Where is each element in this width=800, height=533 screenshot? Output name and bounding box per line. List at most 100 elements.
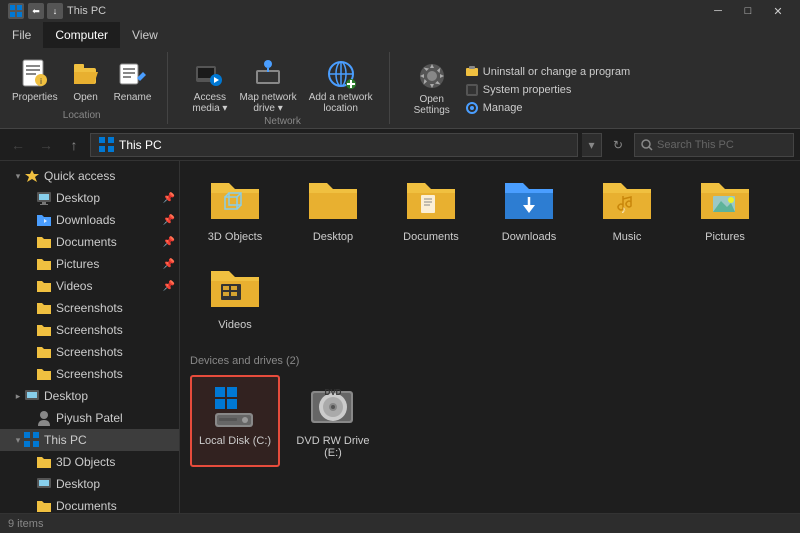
local-disk-label: Local Disk (C:): [199, 435, 271, 447]
access-media-button[interactable]: Accessmedia ▾: [188, 56, 231, 116]
qat-icon-2[interactable]: ↓: [47, 3, 63, 19]
ribbon-section-network: Accessmedia ▾ Map networkdrive ▾: [188, 52, 389, 124]
3d-objects-icon: [207, 179, 263, 227]
desktop-pin: 📌: [163, 193, 175, 204]
downloads-icon: [501, 179, 557, 227]
title-bar-quick-actions: ⬅ ↓: [28, 3, 63, 19]
folder-item-local-disk[interactable]: Local Disk (C:): [190, 375, 280, 467]
sidebar-item-screenshots4[interactable]: Screenshots: [0, 363, 179, 385]
sidebar-item-desktop[interactable]: Desktop 📌: [0, 187, 179, 209]
rename-button[interactable]: Rename: [110, 56, 156, 105]
sidebar-item-desktop2[interactable]: ▸ Desktop: [0, 385, 179, 407]
ribbon-section-location: i Properties Open: [8, 52, 168, 124]
title-bar-left: ⬅ ↓ This PC: [8, 3, 106, 19]
open-button[interactable]: Open: [66, 56, 106, 105]
quick-access-label: Quick access: [44, 169, 175, 183]
properties-button[interactable]: i Properties: [8, 56, 62, 105]
manage-button[interactable]: Manage: [462, 100, 633, 116]
refresh-button[interactable]: ↻: [606, 133, 630, 157]
tab-computer[interactable]: Computer: [43, 22, 120, 48]
piyush-icon: [36, 410, 52, 426]
folder-item-dvd[interactable]: DVD DVD RW Drive(E:): [288, 375, 378, 467]
search-icon: [641, 139, 653, 151]
screenshots2-icon: [36, 322, 52, 338]
sidebar-item-videos[interactable]: Videos 📌: [0, 275, 179, 297]
sidebar-item-screenshots3[interactable]: Screenshots: [0, 341, 179, 363]
sidebar-desktop-label: Desktop: [56, 191, 163, 205]
location-section-label: Location: [63, 110, 101, 124]
dvd-icon: DVD: [305, 383, 361, 431]
sidebar-item-documents2[interactable]: Documents: [0, 495, 179, 513]
tab-file[interactable]: File: [0, 22, 43, 48]
add-network-label: Add a networklocation: [309, 92, 373, 114]
address-dropdown-button[interactable]: ▾: [582, 133, 602, 157]
sidebar-screenshots2-label: Screenshots: [56, 323, 175, 337]
sidebar-item-screenshots1[interactable]: Screenshots: [0, 297, 179, 319]
sidebar-item-pictures[interactable]: Pictures 📌: [0, 253, 179, 275]
folder-item-pictures[interactable]: Pictures: [680, 171, 770, 251]
main-area: ▾ Quick access Desktop 📌 Downloads 📌: [0, 161, 800, 513]
sidebar-item-desktop3[interactable]: Desktop: [0, 473, 179, 495]
minimize-button[interactable]: ─: [704, 0, 732, 22]
uninstall-button[interactable]: Uninstall or change a program: [462, 64, 633, 80]
open-settings-button[interactable]: OpenSettings: [410, 58, 454, 118]
documents-folder-icon: [36, 234, 52, 250]
forward-button[interactable]: →: [34, 133, 58, 157]
settings-label: OpenSettings: [414, 94, 450, 116]
ribbon-tabs: File Computer View: [0, 22, 800, 48]
dvd-label: DVD RW Drive(E:): [296, 435, 369, 459]
downloads-pin: 📌: [163, 215, 175, 226]
sidebar-desktop3-label: Desktop: [56, 477, 175, 491]
folders-grid: 3D Objects Desktop: [190, 171, 790, 339]
sidebar-3d-objects-label: 3D Objects: [56, 455, 175, 469]
drives-grid: Local Disk (C:): [190, 375, 790, 467]
qat-icon-1[interactable]: ⬅: [28, 3, 44, 19]
address-path[interactable]: This PC: [90, 133, 578, 157]
svg-text:DVD: DVD: [325, 388, 342, 397]
folder-item-desktop[interactable]: Desktop: [288, 171, 378, 251]
folder-item-3d-objects[interactable]: 3D Objects: [190, 171, 280, 251]
close-button[interactable]: ✕: [764, 0, 792, 22]
desktop2-icon: [24, 388, 40, 404]
address-bar: ← → ↑ This PC ▾ ↻ Search This PC: [0, 129, 800, 161]
this-pc-icon: [99, 137, 115, 153]
back-button[interactable]: ←: [6, 133, 30, 157]
sidebar-item-3d-objects[interactable]: 3D Objects: [0, 451, 179, 473]
sidebar-screenshots3-label: Screenshots: [56, 345, 175, 359]
svg-text:♪: ♪: [621, 205, 626, 216]
up-button[interactable]: ↑: [62, 133, 86, 157]
maximize-button[interactable]: □: [734, 0, 762, 22]
ribbon-content: i Properties Open: [0, 48, 800, 128]
sidebar-item-piyush[interactable]: Piyush Patel: [0, 407, 179, 429]
search-box[interactable]: Search This PC: [634, 133, 794, 157]
sidebar-documents-label: Documents: [56, 235, 163, 249]
quick-access-icon: [24, 168, 40, 184]
folder-item-documents[interactable]: Documents: [386, 171, 476, 251]
sidebar-item-quick-access[interactable]: ▾ Quick access: [0, 165, 179, 187]
add-network-button[interactable]: Add a networklocation: [305, 56, 377, 116]
folder-item-music[interactable]: ♪ Music: [582, 171, 672, 251]
screenshots3-icon: [36, 344, 52, 360]
system-properties-button[interactable]: System properties: [462, 82, 633, 98]
pictures-label: Pictures: [705, 231, 745, 243]
folder-item-downloads[interactable]: Downloads: [484, 171, 574, 251]
this-pc-sidebar-icon: [24, 432, 40, 448]
sidebar-item-screenshots2[interactable]: Screenshots: [0, 319, 179, 341]
app-icon: [8, 3, 24, 19]
sidebar-item-this-pc[interactable]: ▾ This PC: [0, 429, 179, 451]
folder-item-videos[interactable]: Videos: [190, 259, 280, 339]
desktop-folder-label: Desktop: [313, 231, 353, 243]
map-network-label: Map networkdrive ▾: [239, 92, 296, 114]
documents2-icon: [36, 498, 52, 513]
music-label: Music: [613, 231, 642, 243]
tab-view[interactable]: View: [120, 22, 170, 48]
settings-icon: [416, 60, 448, 92]
sidebar-item-downloads[interactable]: Downloads 📌: [0, 209, 179, 231]
sidebar-item-documents[interactable]: Documents 📌: [0, 231, 179, 253]
quick-access-arrow: ▾: [12, 170, 24, 182]
sidebar: ▾ Quick access Desktop 📌 Downloads 📌: [0, 161, 180, 513]
access-media-icon: [194, 58, 226, 90]
map-network-button[interactable]: Map networkdrive ▾: [235, 56, 300, 116]
documents-label: Documents: [403, 231, 459, 243]
system-text-items: Uninstall or change a program System pro…: [462, 60, 633, 116]
